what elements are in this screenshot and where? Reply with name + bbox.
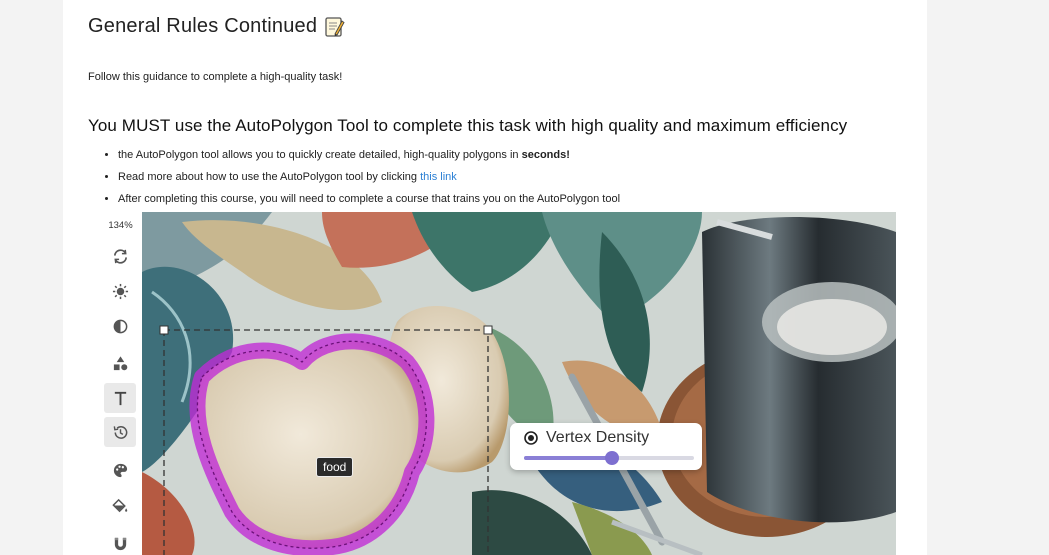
autopolygon-guide-link[interactable]: this link [420, 171, 457, 183]
brightness-icon [112, 283, 128, 299]
brightness-tool-button[interactable] [104, 276, 136, 306]
intro-text: Follow this guidance to complete a high-… [88, 71, 343, 83]
vertex-density-panel: Vertex Density [510, 423, 702, 470]
bullet-text: the AutoPolygon tool allows you to quick… [118, 149, 522, 161]
history-icon [113, 425, 127, 439]
history-tool-button[interactable] [104, 417, 136, 447]
list-item: the AutoPolygon tool allows you to quick… [118, 148, 620, 170]
palette-tool-button[interactable] [104, 455, 136, 485]
bullet-text: Read more about how to use the AutoPolyg… [118, 171, 421, 183]
magnet-icon [114, 537, 126, 550]
section-heading: You MUST use the AutoPolygon Tool to com… [88, 116, 848, 135]
fill-icon [111, 498, 127, 512]
annotation-label[interactable]: food [316, 457, 354, 477]
slider-fill [524, 456, 613, 460]
title-row: General Rules Continued [88, 15, 345, 38]
bullet-text: After completing this course, you will n… [118, 193, 621, 205]
fill-tool-button[interactable] [104, 491, 136, 521]
refresh-icon [113, 248, 127, 264]
text-icon [114, 391, 126, 405]
shapes-icon [113, 355, 127, 370]
magnet-tool-button[interactable] [104, 528, 136, 555]
contrast-tool-button[interactable] [104, 311, 136, 341]
guidance-list: the AutoPolygon tool allows you to quick… [105, 148, 620, 214]
image-canvas[interactable]: food Vertex Density [142, 212, 896, 555]
radio-icon[interactable] [524, 431, 538, 445]
contrast-icon [113, 319, 127, 333]
bullet-strong: seconds! [521, 149, 570, 161]
text-tool-button[interactable] [104, 383, 136, 413]
annotation-label-text: food [323, 460, 347, 474]
page-title: General Rules Continued [88, 15, 318, 37]
vertex-density-slider[interactable] [524, 451, 694, 465]
vertex-density-label: Vertex Density [546, 429, 650, 446]
content-card: General Rules Continued Follow this guid… [63, 0, 927, 555]
list-item: After completing this course, you will n… [118, 192, 620, 214]
zoom-level[interactable]: 134% [100, 220, 141, 231]
scene-photo [142, 212, 896, 555]
annotation-editor: 134% food Vertex Density [100, 212, 896, 555]
editor-toolbar: 134% [100, 212, 141, 555]
refresh-tool-button[interactable] [104, 241, 136, 271]
shapes-tool-button[interactable] [104, 348, 136, 378]
memo-icon [325, 16, 345, 37]
slider-thumb[interactable] [605, 451, 620, 465]
palette-icon [113, 463, 127, 477]
list-item: Read more about how to use the AutoPolyg… [118, 170, 620, 192]
